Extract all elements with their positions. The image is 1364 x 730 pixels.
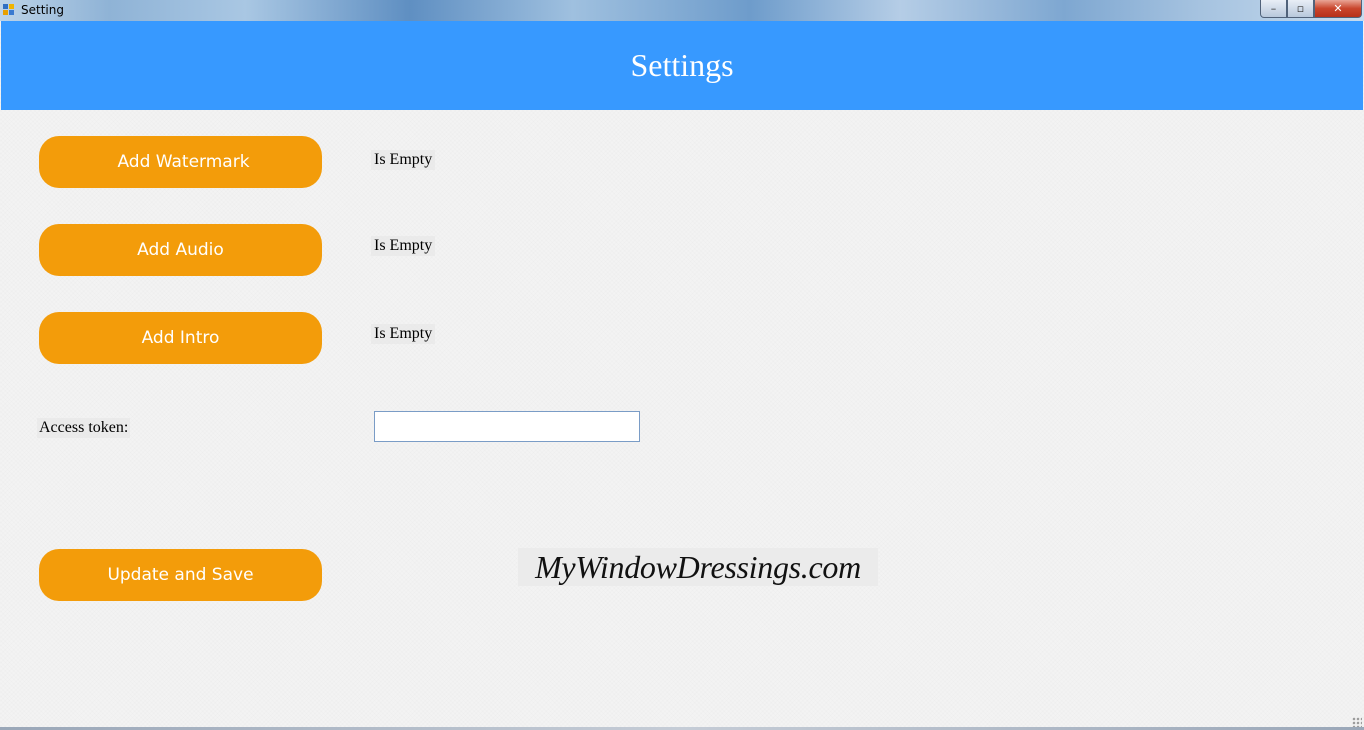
watermark-status: Is Empty (371, 150, 436, 170)
access-token-input[interactable] (374, 411, 640, 442)
title-bar[interactable]: Setting – ▫ ✕ (0, 0, 1364, 21)
minimize-button[interactable]: – (1260, 0, 1287, 18)
audio-status: Is Empty (371, 236, 436, 256)
app-icon (3, 4, 15, 16)
header-banner: Settings (1, 21, 1363, 110)
resize-grip[interactable] (1352, 717, 1362, 727)
intro-status: Is Empty (371, 324, 436, 344)
access-token-label: Access token: (37, 418, 131, 438)
add-watermark-label: Add Watermark (117, 152, 250, 172)
add-watermark-button[interactable]: Add Watermark (39, 136, 322, 188)
maximize-button[interactable]: ▫ (1287, 0, 1314, 18)
update-and-save-label: Update and Save (107, 565, 254, 585)
brand-watermark-logo: MyWindowDressings.com (518, 548, 878, 586)
close-button[interactable]: ✕ (1314, 0, 1362, 18)
add-intro-button[interactable]: Add Intro (39, 312, 322, 364)
window-title: Setting (21, 3, 64, 17)
update-and-save-button[interactable]: Update and Save (39, 549, 322, 601)
add-intro-label: Add Intro (141, 328, 220, 348)
add-audio-button[interactable]: Add Audio (39, 224, 322, 276)
add-audio-label: Add Audio (137, 240, 224, 260)
settings-window: Setting – ▫ ✕ Settings Add Watermark Is … (0, 0, 1364, 730)
page-title: Settings (630, 47, 734, 83)
